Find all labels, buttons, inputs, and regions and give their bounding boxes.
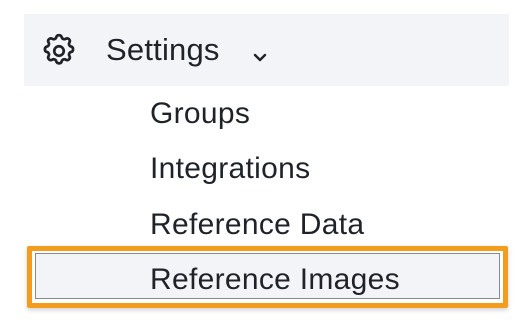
menu-item-groups[interactable]: Groups bbox=[150, 95, 250, 133]
menu-item-integrations[interactable]: Integrations bbox=[150, 150, 310, 188]
chevron-down-icon[interactable] bbox=[252, 52, 268, 63]
settings-menu-toggle[interactable]: Settings bbox=[24, 14, 509, 86]
gear-icon bbox=[43, 33, 75, 65]
settings-label: Settings bbox=[106, 32, 220, 67]
settings-menu: Settings Groups Integrations Reference D… bbox=[0, 0, 532, 330]
menu-item-reference-images[interactable]: Reference Images bbox=[150, 261, 400, 299]
menu-item-reference-data[interactable]: Reference Data bbox=[150, 206, 364, 244]
